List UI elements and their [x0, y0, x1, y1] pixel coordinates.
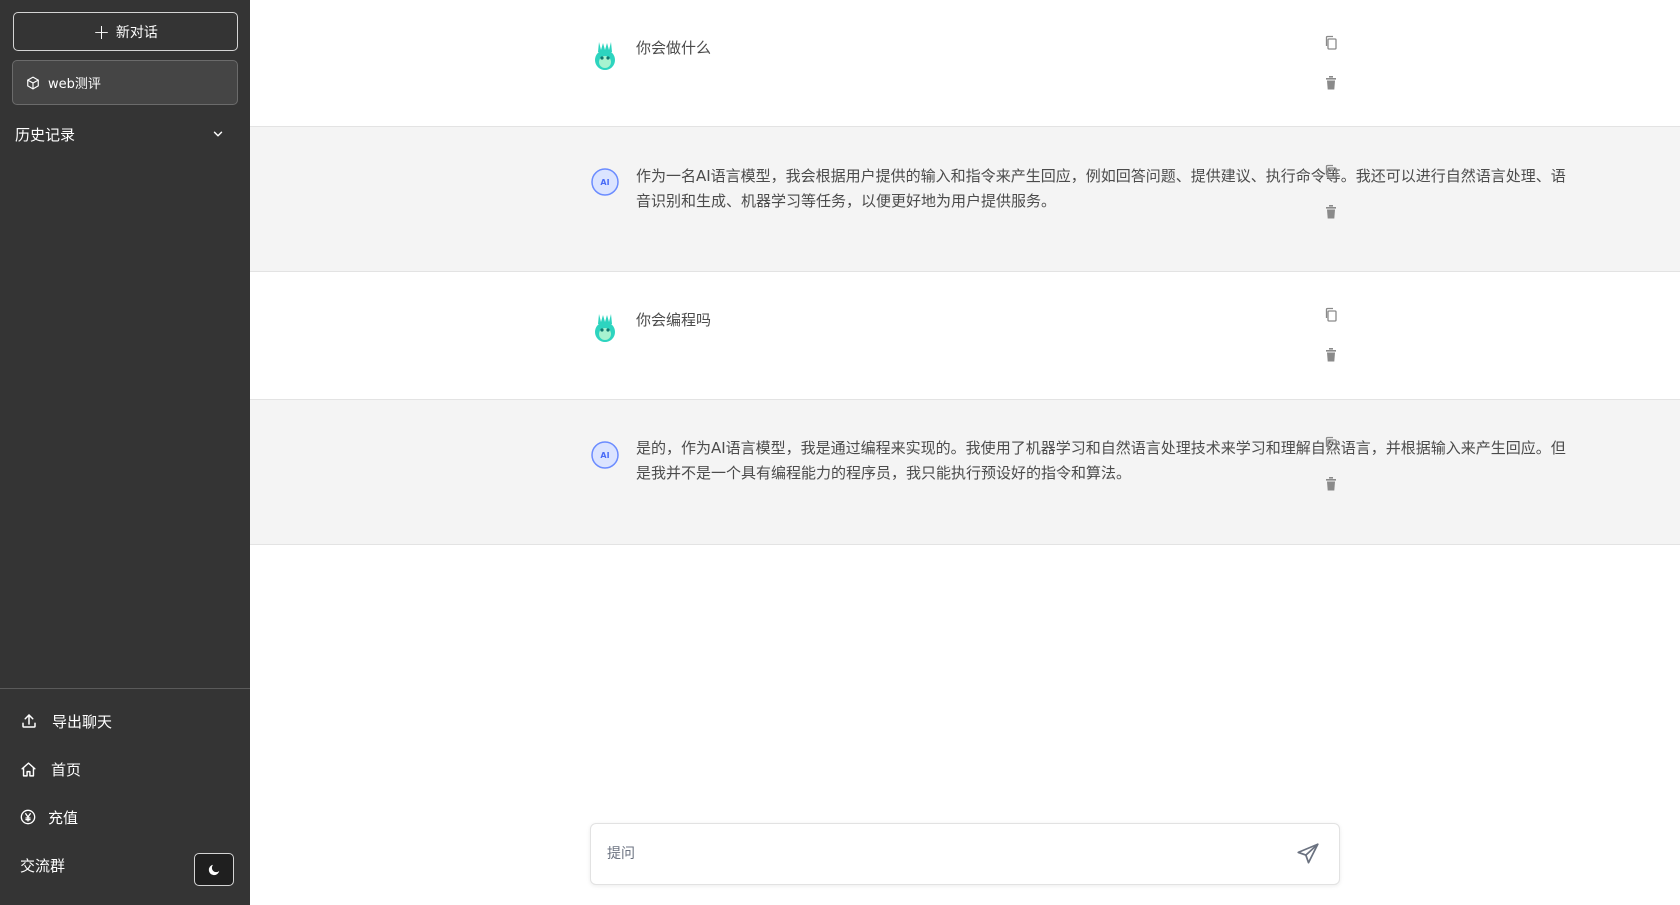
prompt-box	[590, 823, 1340, 885]
chat-area: 你会做什么 AI 作为一名AI语言模型，我会根据用户提供的输入和指令来产生回应，…	[250, 0, 1680, 905]
export-chat-label: 导出聊天	[52, 712, 113, 731]
recharge-label: 充值	[48, 808, 79, 827]
svg-text:AI: AI	[600, 178, 609, 187]
upload-icon	[22, 714, 36, 728]
user-avatar-icon	[595, 314, 615, 342]
community-group-link[interactable]: 交流群	[20, 851, 65, 879]
conversation-label: web测评	[48, 77, 101, 92]
recharge-link[interactable]: 充值	[20, 803, 78, 831]
cube-icon	[27, 76, 39, 89]
message-row-user: 你会做什么	[250, 0, 1680, 126]
copy-icon[interactable]	[1324, 436, 1338, 452]
export-chat-link[interactable]: 导出聊天	[20, 707, 112, 735]
community-group-label: 交流群	[20, 856, 66, 875]
message-text: 你会做什么	[636, 39, 712, 57]
svg-text:AI: AI	[600, 451, 609, 460]
sidebar-divider	[0, 688, 250, 689]
assistant-avatar-icon: AI	[591, 168, 619, 196]
copy-icon[interactable]	[1324, 164, 1338, 180]
paper-plane-icon[interactable]	[1295, 841, 1321, 867]
message-row-assistant: AI 是的，作为AI语言模型，我是通过编程来实现的。我使用了机器学习和自然语言处…	[250, 399, 1680, 545]
user-avatar-icon	[595, 42, 615, 70]
message-text: 是的，作为AI语言模型，我是通过编程来实现的。我使用了机器学习和自然语言处理技术…	[636, 439, 1566, 482]
conversation-item[interactable]: web测评	[12, 60, 238, 105]
history-label: 历史记录	[15, 125, 76, 144]
new-chat-label: 新对话	[115, 24, 158, 41]
message-row-assistant: AI 作为一名AI语言模型，我会根据用户提供的输入和指令来产生回应，例如回答问题…	[250, 126, 1680, 272]
copy-icon[interactable]	[1324, 307, 1338, 323]
home-label: 首页	[51, 760, 82, 779]
trash-icon[interactable]	[1324, 204, 1338, 220]
yen-icon	[20, 809, 36, 825]
plus-icon: +	[93, 19, 110, 44]
message-text: 作为一名AI语言模型，我会根据用户提供的输入和指令来产生回应，例如回答问题、提供…	[636, 167, 1566, 210]
trash-icon[interactable]	[1324, 347, 1338, 363]
message-text: 你会编程吗	[636, 311, 712, 329]
sidebar: + 新对话 web测评 历史记录 导出聊天 首页 充值 交流群	[0, 0, 250, 905]
message-row-user: 你会编程吗	[250, 272, 1680, 399]
moon-icon	[208, 864, 220, 875]
prompt-input[interactable]	[607, 846, 1295, 862]
new-chat-button[interactable]: + 新对话	[13, 12, 238, 51]
trash-icon[interactable]	[1324, 476, 1338, 492]
theme-toggle-button[interactable]	[194, 853, 234, 886]
copy-icon[interactable]	[1324, 35, 1338, 51]
home-link[interactable]: 首页	[20, 755, 81, 783]
chevron-down-icon	[213, 131, 223, 137]
assistant-avatar-icon: AI	[591, 441, 619, 469]
history-toggle[interactable]: 历史记录	[15, 120, 225, 148]
home-icon	[21, 761, 36, 777]
trash-icon[interactable]	[1324, 75, 1338, 91]
